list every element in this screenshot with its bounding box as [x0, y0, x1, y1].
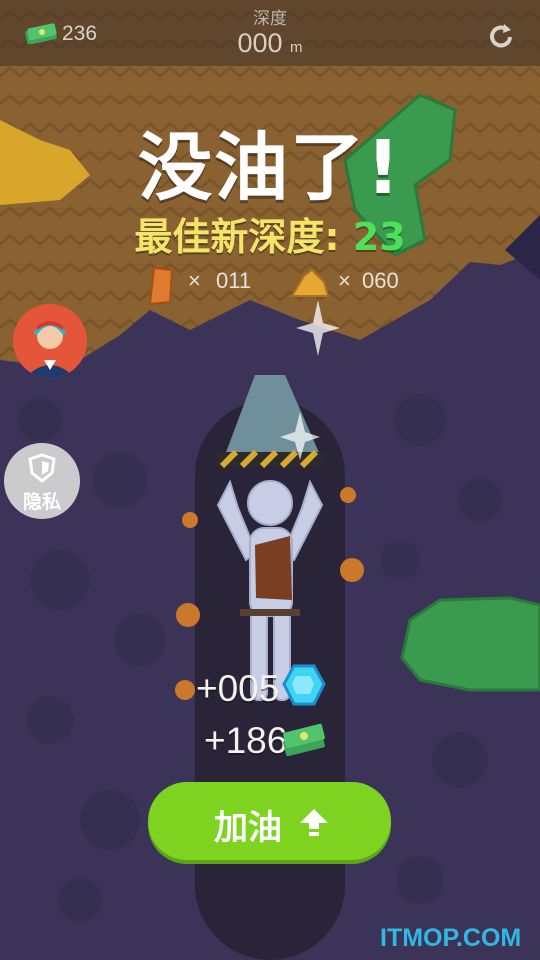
gold-icon: [290, 268, 330, 297]
refuel-label: 加油: [214, 808, 282, 848]
best-depth: 最佳新深度: 23: [0, 206, 540, 261]
customer-service-avatar[interactable]: [13, 304, 87, 378]
depth-readout: 000 m: [0, 28, 540, 59]
best-depth-value: 23: [352, 215, 406, 259]
arrow-up-icon: [300, 809, 328, 836]
gold-count: 060: [362, 268, 399, 293]
gem-reward: +005: [196, 668, 280, 709]
restart-icon[interactable]: [486, 22, 516, 52]
ore-count: 011: [216, 268, 252, 293]
ore-icon: [148, 266, 174, 306]
blue-gem-icon: [282, 664, 326, 706]
cash-stack-icon: [283, 723, 325, 757]
ore-multiply: ×: [188, 268, 201, 293]
depth-unit: m: [290, 39, 303, 56]
depth-label: 深度: [253, 9, 287, 29]
privacy-label: 隐私: [22, 491, 61, 513]
watermark: ITMOP.COM: [380, 924, 522, 952]
best-depth-label: 最佳新深度:: [134, 215, 340, 259]
cash-reward: +186: [204, 720, 288, 761]
gold-multiply: ×: [338, 268, 351, 293]
out-of-fuel-title: 没油了!: [138, 125, 402, 211]
shield-icon: [28, 453, 56, 483]
depth-value: 000: [237, 28, 283, 58]
support-agent-icon: [13, 304, 87, 378]
